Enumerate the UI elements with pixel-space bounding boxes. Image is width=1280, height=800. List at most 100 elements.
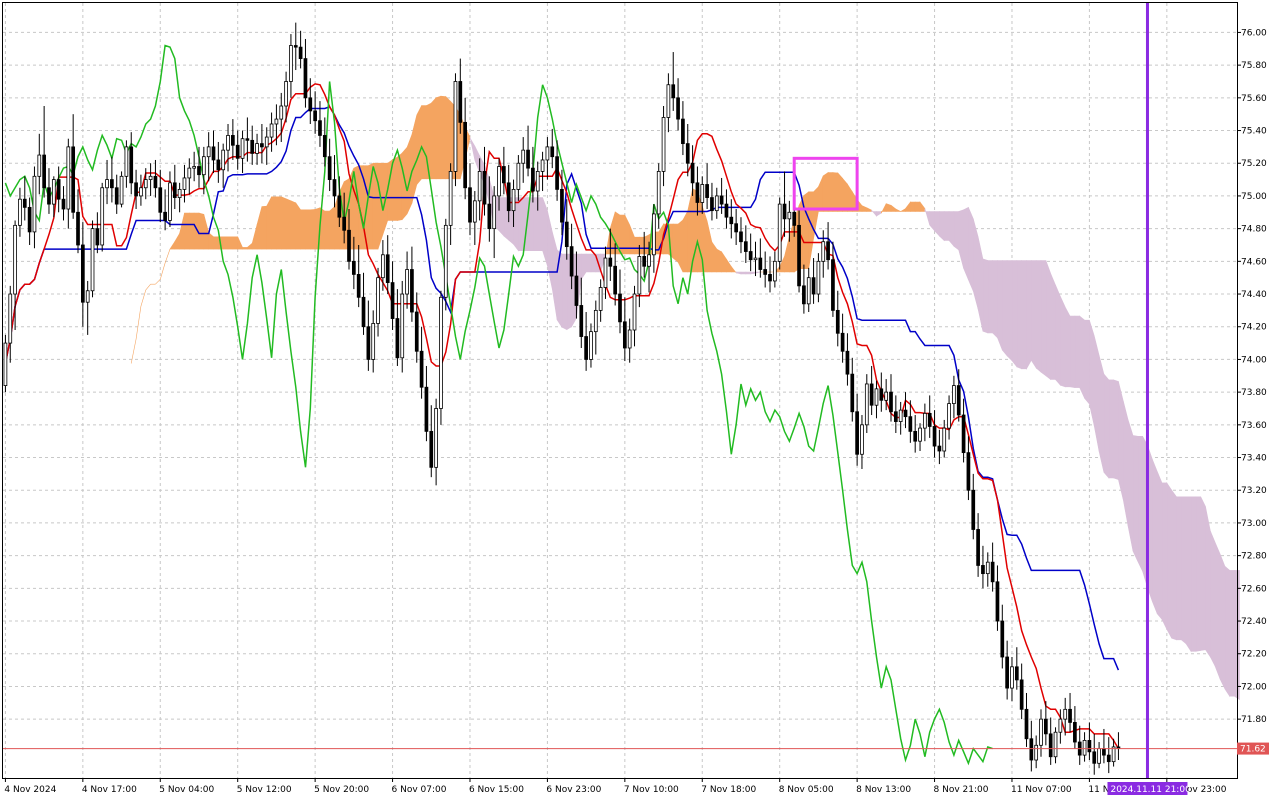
cloud-segment [963,206,969,280]
candle-body [1053,731,1058,758]
candle-body [419,350,424,388]
cloud-segment [227,236,234,250]
cloud-segment [672,223,679,263]
cloud-segment [968,207,974,292]
candle-body [661,117,666,172]
cloud-segment [1040,260,1047,377]
candle-body [327,156,332,180]
candle-body [700,184,705,203]
candle-body [695,182,700,203]
x-tick-label: 6 Nov 07:00 [392,785,447,795]
candle-body [240,138,245,159]
candle-body [908,416,913,432]
candle-body [976,529,980,566]
candle-body [652,213,656,256]
candle-body [835,309,840,334]
candle-body [579,305,584,337]
candle-body [1034,744,1039,761]
candle-body [356,274,361,298]
candle-body [458,81,463,123]
cloud-segment [914,201,921,212]
candle-body [3,342,8,386]
candle-body [497,166,501,197]
candle-body [729,216,734,225]
candle-body [1024,708,1029,740]
candle-body [298,46,303,59]
candle-body [971,489,976,530]
candle-body [889,391,893,413]
candle-body [114,187,119,205]
candle-body [71,146,76,213]
candle-body [385,254,390,283]
y-tick-label: 72.40 [1241,617,1267,627]
candle-body [211,146,216,161]
candle-body [289,45,293,82]
y-tick-label: 71.80 [1241,715,1267,725]
candle-body [1019,679,1024,710]
candle-body [545,146,550,161]
cloud-segment [1176,496,1182,641]
cloud-segment [910,201,916,212]
candle-body [1082,739,1087,756]
x-tick-label: 6 Nov 23:00 [546,785,601,795]
candle-body [1005,656,1009,689]
y-tick-label: 75.80 [1241,61,1267,71]
candle-body [516,162,521,190]
cloud-segment [242,247,248,250]
candle-body [153,175,158,189]
candle-body [637,256,642,295]
candle-body [990,561,995,583]
candle-body [710,197,714,212]
candle-body [351,260,356,275]
candle-body [719,195,724,205]
candle-body [129,146,134,184]
candle-body [231,135,235,146]
cloud-segment [1098,355,1105,473]
candle-body [245,138,250,141]
candle-body [1073,722,1077,743]
x-tick-label: 8 Nov 05:00 [779,785,834,795]
cloud-segment [585,253,592,273]
candle-body [821,241,826,262]
candle-body [274,118,279,125]
cloud-segment [643,234,650,255]
cloud-segment [1156,471,1163,621]
candle-body [589,331,593,360]
candle-body [763,269,768,275]
candle-body [42,154,46,189]
cursor-date-label: 2024.11.11 21:00 [1110,785,1191,795]
candle-body [845,350,850,375]
candle-body [8,293,13,344]
cloud-segment [232,236,238,250]
candle-body [100,187,105,246]
candle-body [584,336,588,360]
candle-body [390,282,395,319]
candle-body [216,159,221,171]
candle-body [22,198,27,208]
cloud-segment [305,209,311,250]
candle-body [192,166,197,169]
cloud-segment [953,211,960,251]
cloud-segment [1108,379,1114,479]
cloud-segment [1031,260,1037,370]
candle-body [1058,718,1063,733]
cloud-segment [939,211,945,242]
candle-body [1063,708,1068,720]
cloud-segment [184,212,190,250]
candle-body [923,412,927,429]
candle-body [816,260,821,295]
y-tick-label: 74.00 [1241,355,1267,365]
candle-body [226,135,230,151]
cloud-segment [987,260,993,334]
candle-body [376,277,380,324]
candle-body [439,296,443,409]
candle-body [966,452,971,491]
y-tick-label: 73.80 [1241,388,1267,398]
cloud-segment [280,196,287,250]
candle-body [724,203,729,218]
cloud-segment [1079,315,1085,399]
candle-body [463,121,467,189]
cloud-segment [1200,496,1206,651]
ichimoku-candlestick-chart[interactable]: 71.80 72.00 72.20 72.40 72.60 72.80 73.00 73.20… [0,0,1280,800]
candle-body [260,143,264,148]
